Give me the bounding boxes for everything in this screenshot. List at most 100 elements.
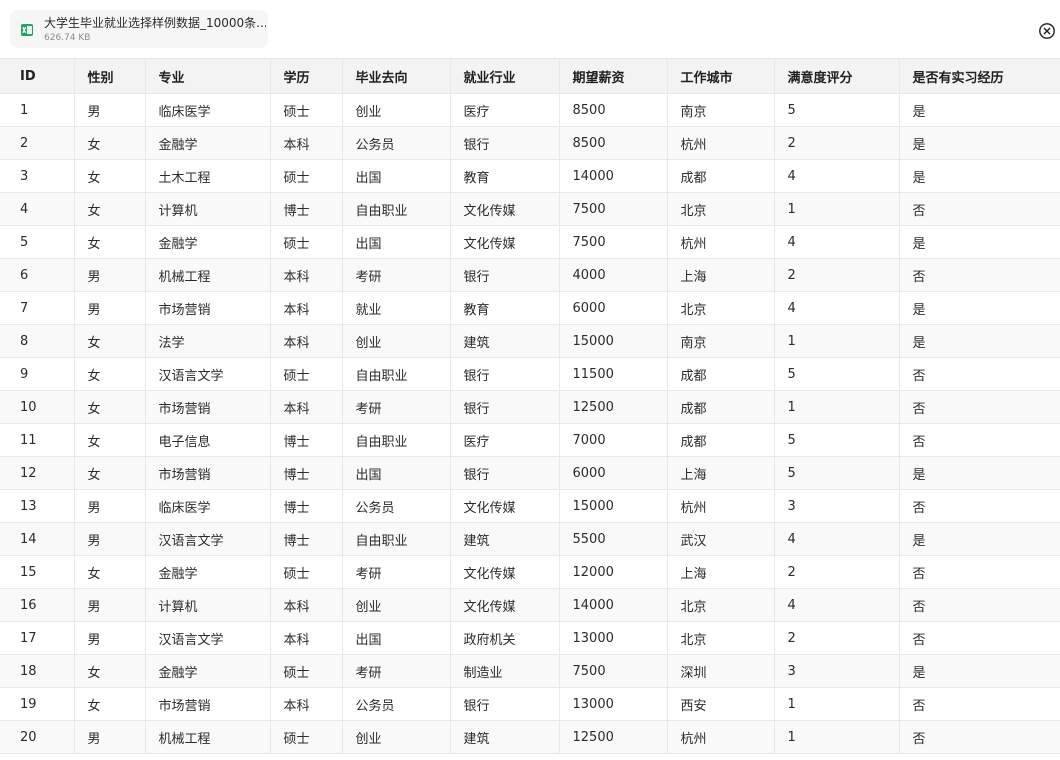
close-circle-icon	[1039, 23, 1055, 39]
table-cell-destination: 出国	[342, 225, 451, 259]
table-cell-internship: 否	[899, 687, 1060, 721]
column-header-id[interactable]: ID	[0, 58, 75, 94]
table-row[interactable]: 8 女法学 本科 创业 建筑 15000 南京 1 是	[0, 324, 1060, 358]
table-cell-id: 19	[0, 687, 75, 721]
table-cell-satisfaction: 2	[774, 126, 900, 160]
column-header-major[interactable]: 专业	[145, 58, 271, 94]
table-row[interactable]: 7 男市场营销 本科 就业 教育 6000 北京 4 是	[0, 291, 1060, 325]
table-cell-industry: 文化传媒	[450, 555, 560, 589]
table-cell-expected-salary: 12500	[559, 390, 668, 424]
table-cell-destination: 自由职业	[342, 357, 451, 391]
table-cell-degree: 硕士	[270, 159, 343, 193]
table-cell-industry: 银行	[450, 126, 560, 160]
table-row[interactable]: 14 男汉语言文学 博士 自由职业 建筑 5500 武汉 4 是	[0, 522, 1060, 556]
data-table: ID 性别 专业 学历 毕业去向 就业行业 期望薪资 工作城市 满意度评分 是否有实习经历 1男临…	[0, 58, 1060, 754]
table-row[interactable]: 20 男机械工程 硕士 创业 建筑 12500 杭州 1 否	[0, 720, 1060, 754]
table-row[interactable]: 17 男汉语言文学 本科 出国 政府机关 13000 北京 2 否	[0, 621, 1060, 655]
table-row[interactable]: 3 女土木工程 硕士 出国 教育 14000 成都 4 是	[0, 159, 1060, 193]
table-cell-satisfaction: 4	[774, 588, 900, 622]
column-header-degree[interactable]: 学历	[270, 58, 343, 94]
table-cell-internship: 否	[899, 390, 1060, 424]
table-row[interactable]: 4 女计算机 博士 自由职业 文化传媒 7500 北京 1 否	[0, 192, 1060, 226]
table-cell-satisfaction: 1	[774, 720, 900, 754]
column-header-satisfaction[interactable]: 满意度评分	[774, 58, 900, 94]
table-cell-id: 7	[0, 291, 75, 325]
table-cell-expected-salary: 8500	[559, 126, 668, 160]
file-attachment-chip[interactable]: 大学生毕业就业选择样例数据_10000条.... 626.74 KB	[10, 10, 268, 48]
table-cell-degree: 本科	[270, 258, 343, 292]
table-cell-satisfaction: 1	[774, 687, 900, 721]
column-header-city[interactable]: 工作城市	[667, 58, 775, 94]
table-cell-expected-salary: 5500	[559, 522, 668, 556]
table-cell-gender: 男	[74, 720, 146, 754]
table-cell-destination: 公务员	[342, 687, 451, 721]
table-cell-city: 杭州	[667, 126, 775, 160]
table-cell-gender: 女	[74, 159, 146, 193]
data-table-container[interactable]: ID 性别 专业 学历 毕业去向 就业行业 期望薪资 工作城市 满意度评分 是否有实习经历 1男临…	[0, 58, 1060, 760]
table-cell-gender: 女	[74, 225, 146, 259]
table-cell-satisfaction: 5	[774, 93, 900, 127]
table-cell-gender: 男	[74, 258, 146, 292]
table-row[interactable]: 9 女汉语言文学 硕士 自由职业 银行 11500 成都 5 否	[0, 357, 1060, 391]
table-cell-gender: 女	[74, 456, 146, 490]
table-cell-satisfaction: 3	[774, 654, 900, 688]
table-header-row: ID 性别 专业 学历 毕业去向 就业行业 期望薪资 工作城市 满意度评分 是否有实习经历	[0, 58, 1060, 94]
table-cell-major: 电子信息	[145, 423, 271, 457]
table-row[interactable]: 10 女市场营销 本科 考研 银行 12500 成都 1 否	[0, 390, 1060, 424]
table-cell-gender: 女	[74, 555, 146, 589]
table-cell-satisfaction: 5	[774, 456, 900, 490]
table-row[interactable]: 19 女市场营销 本科 公务员 银行 13000 西安 1 否	[0, 687, 1060, 721]
table-row[interactable]: 18 女金融学 硕士 考研 制造业 7500 深圳 3 是	[0, 654, 1060, 688]
table-cell-major: 市场营销	[145, 687, 271, 721]
table-cell-major: 土木工程	[145, 159, 271, 193]
table-row[interactable]: 1 男临床医学 硕士 创业 医疗 8500 南京 5 是	[0, 93, 1060, 127]
column-header-expected-salary[interactable]: 期望薪资	[559, 58, 668, 94]
table-cell-city: 西安	[667, 687, 775, 721]
table-cell-major: 金融学	[145, 654, 271, 688]
table-cell-gender: 女	[74, 324, 146, 358]
table-cell-expected-salary: 15000	[559, 324, 668, 358]
table-cell-degree: 硕士	[270, 654, 343, 688]
table-cell-degree: 博士	[270, 192, 343, 226]
table-cell-major: 金融学	[145, 126, 271, 160]
table-cell-industry: 建筑	[450, 324, 560, 358]
table-row[interactable]: 11 女电子信息 博士 自由职业 医疗 7000 成都 5 否	[0, 423, 1060, 457]
table-cell-internship: 否	[899, 258, 1060, 292]
column-header-destination[interactable]: 毕业去向	[342, 58, 451, 94]
table-cell-degree: 本科	[270, 390, 343, 424]
table-cell-major: 临床医学	[145, 489, 271, 523]
table-cell-satisfaction: 5	[774, 423, 900, 457]
table-cell-expected-salary: 7500	[559, 192, 668, 226]
close-preview-button[interactable]	[1038, 22, 1056, 40]
spreadsheet-file-icon	[20, 22, 34, 36]
table-row[interactable]: 15 女金融学 硕士 考研 文化传媒 12000 上海 2 否	[0, 555, 1060, 589]
table-row[interactable]: 12 女市场营销 博士 出国 银行 6000 上海 5 是	[0, 456, 1060, 490]
table-row[interactable]: 6 男机械工程 本科 考研 银行 4000 上海 2 否	[0, 258, 1060, 292]
table-cell-satisfaction: 4	[774, 225, 900, 259]
table-cell-id: 3	[0, 159, 75, 193]
column-header-internship[interactable]: 是否有实习经历	[899, 58, 1060, 94]
table-cell-gender: 女	[74, 192, 146, 226]
table-cell-gender: 男	[74, 621, 146, 655]
table-cell-industry: 银行	[450, 390, 560, 424]
table-row[interactable]: 5 女金融学 硕士 出国 文化传媒 7500 杭州 4 是	[0, 225, 1060, 259]
table-cell-gender: 女	[74, 654, 146, 688]
table-cell-satisfaction: 1	[774, 192, 900, 226]
table-row[interactable]: 13 男临床医学 博士 公务员 文化传媒 15000 杭州 3 否	[0, 489, 1060, 523]
table-cell-city: 成都	[667, 390, 775, 424]
table-cell-industry: 建筑	[450, 720, 560, 754]
table-row[interactable]: 2 女金融学 本科 公务员 银行 8500 杭州 2 是	[0, 126, 1060, 160]
table-cell-satisfaction: 4	[774, 291, 900, 325]
column-header-industry[interactable]: 就业行业	[450, 58, 560, 94]
table-cell-destination: 创业	[342, 324, 451, 358]
table-cell-major: 市场营销	[145, 456, 271, 490]
table-cell-major: 金融学	[145, 225, 271, 259]
table-cell-satisfaction: 1	[774, 390, 900, 424]
table-cell-gender: 男	[74, 522, 146, 556]
table-cell-id: 11	[0, 423, 75, 457]
column-header-gender[interactable]: 性别	[74, 58, 146, 94]
table-cell-expected-salary: 15000	[559, 489, 668, 523]
table-cell-major: 汉语言文学	[145, 522, 271, 556]
table-row[interactable]: 16 男计算机 本科 创业 文化传媒 14000 北京 4 否	[0, 588, 1060, 622]
table-cell-destination: 自由职业	[342, 522, 451, 556]
